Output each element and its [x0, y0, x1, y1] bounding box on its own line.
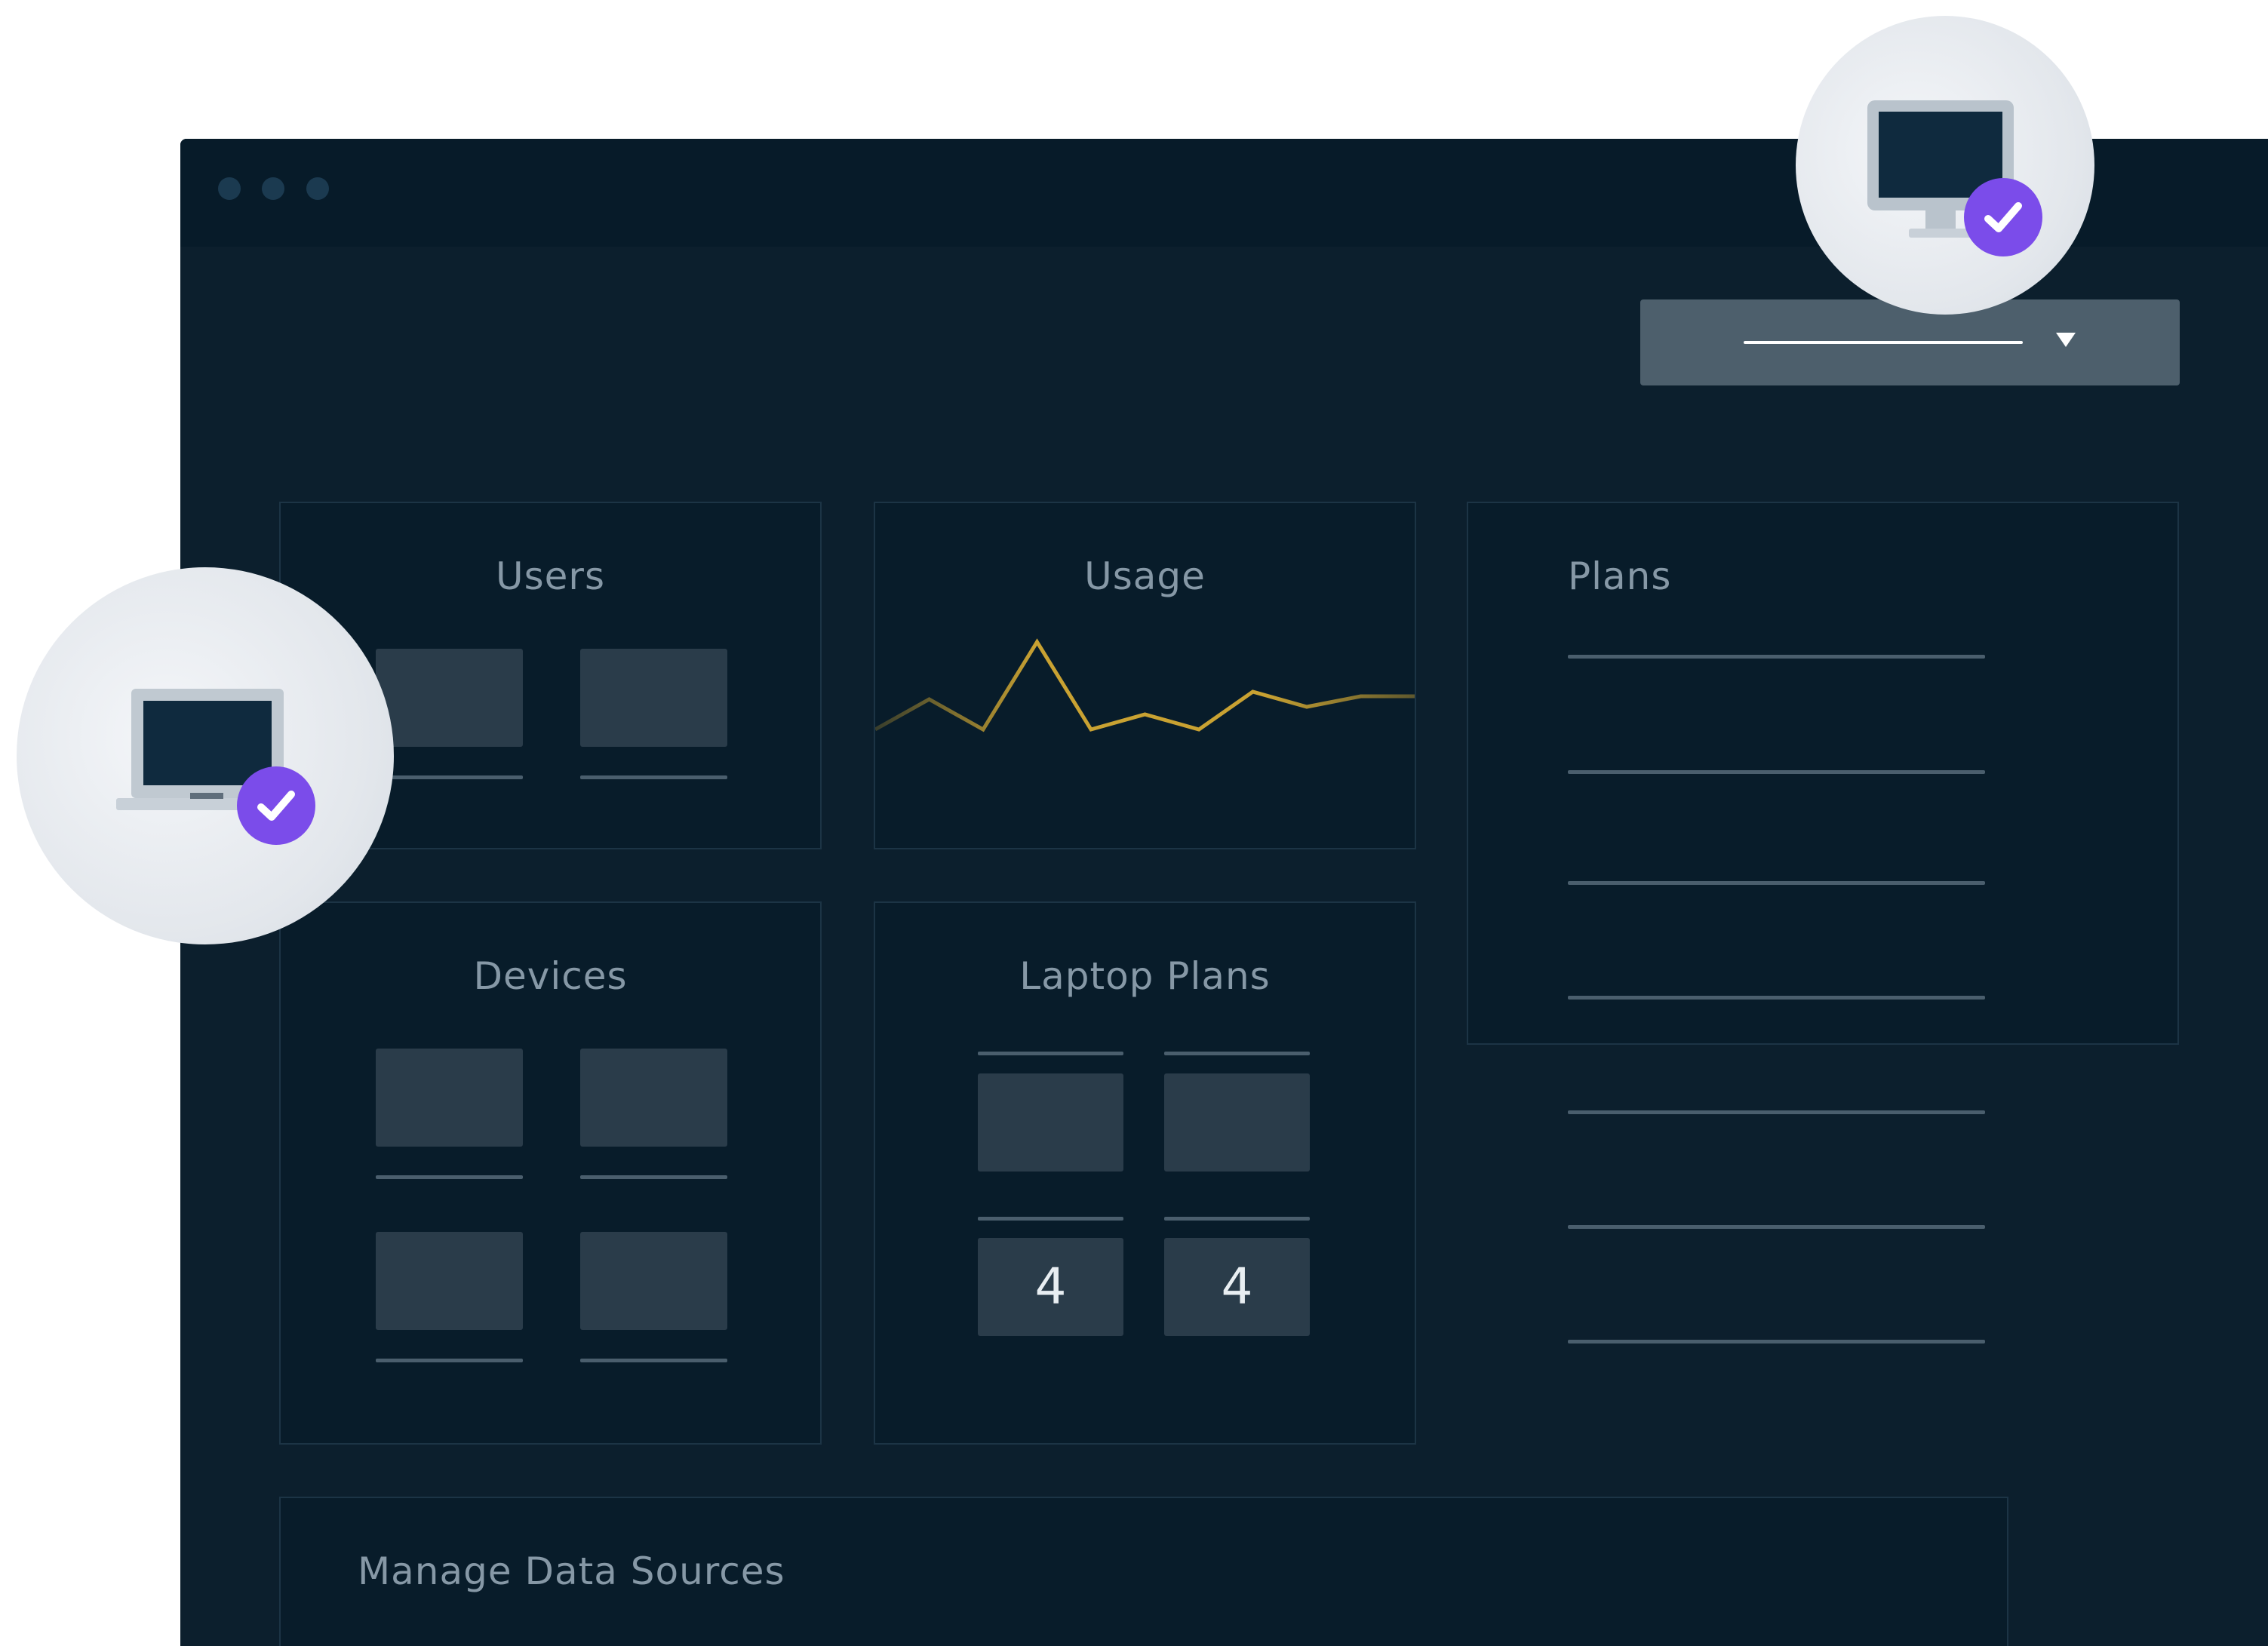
plan-label-placeholder [978, 1217, 1123, 1221]
window-control-dot[interactable] [306, 177, 329, 200]
chevron-down-icon [2056, 333, 2076, 347]
laptop-device-bubble [17, 567, 394, 944]
plans-card[interactable]: Plans [1467, 502, 2179, 1344]
desktop-device-bubble [1796, 16, 2094, 315]
plan-row-placeholder [1568, 881, 1985, 885]
plan-count: 4 [1164, 1238, 1310, 1336]
usage-series-line [875, 638, 1415, 732]
device-tile [376, 1232, 523, 1330]
stat-label-placeholder [376, 775, 523, 779]
checkmark-icon [1964, 178, 2042, 256]
card-title: Laptop Plans [1019, 954, 1271, 998]
plan-row-placeholder [1568, 1110, 1985, 1114]
card-title: Plans [1568, 554, 1672, 598]
dropdown-value-placeholder [1744, 341, 2023, 344]
plan-tile [978, 1073, 1123, 1172]
card-title: Manage Data Sources [358, 1549, 785, 1593]
device-tile [580, 1232, 727, 1330]
device-label-placeholder [580, 1175, 727, 1179]
stat-tile [580, 649, 727, 747]
plan-row-placeholder [1568, 770, 1985, 774]
device-tile [580, 1049, 727, 1147]
laptop-plans-card[interactable]: Laptop Plans 4 4 [874, 901, 1416, 1445]
plan-row-placeholder [1568, 655, 1985, 659]
app-window: Users Usage Plans Devices Laptop Plans 4… [180, 139, 2268, 1646]
plan-label-placeholder [978, 1052, 1123, 1055]
window-control-dot[interactable] [218, 177, 241, 200]
device-tile [376, 1049, 523, 1147]
stat-tile [376, 649, 523, 747]
usage-card[interactable]: Usage [874, 502, 1416, 849]
laptop-icon [116, 689, 297, 810]
plan-row-placeholder [1568, 996, 1985, 1000]
checkmark-icon [237, 766, 315, 845]
devices-card[interactable]: Devices [279, 901, 822, 1445]
plan-label-placeholder [1164, 1217, 1310, 1221]
manage-data-sources-card[interactable]: Manage Data Sources [279, 1497, 2008, 1646]
plan-row-placeholder [1568, 1225, 1985, 1229]
window-control-dot[interactable] [262, 177, 284, 200]
plan-label-placeholder [1164, 1052, 1310, 1055]
card-title: Devices [473, 954, 628, 998]
device-label-placeholder [376, 1359, 523, 1362]
desktop-monitor-icon [1867, 100, 2014, 238]
device-label-placeholder [580, 1359, 727, 1362]
usage-line-chart [875, 638, 1415, 732]
device-label-placeholder [376, 1175, 523, 1179]
plan-row-placeholder [1568, 1340, 1985, 1344]
stat-label-placeholder [580, 775, 727, 779]
plan-tile [1164, 1073, 1310, 1172]
plan-count: 4 [978, 1238, 1123, 1336]
